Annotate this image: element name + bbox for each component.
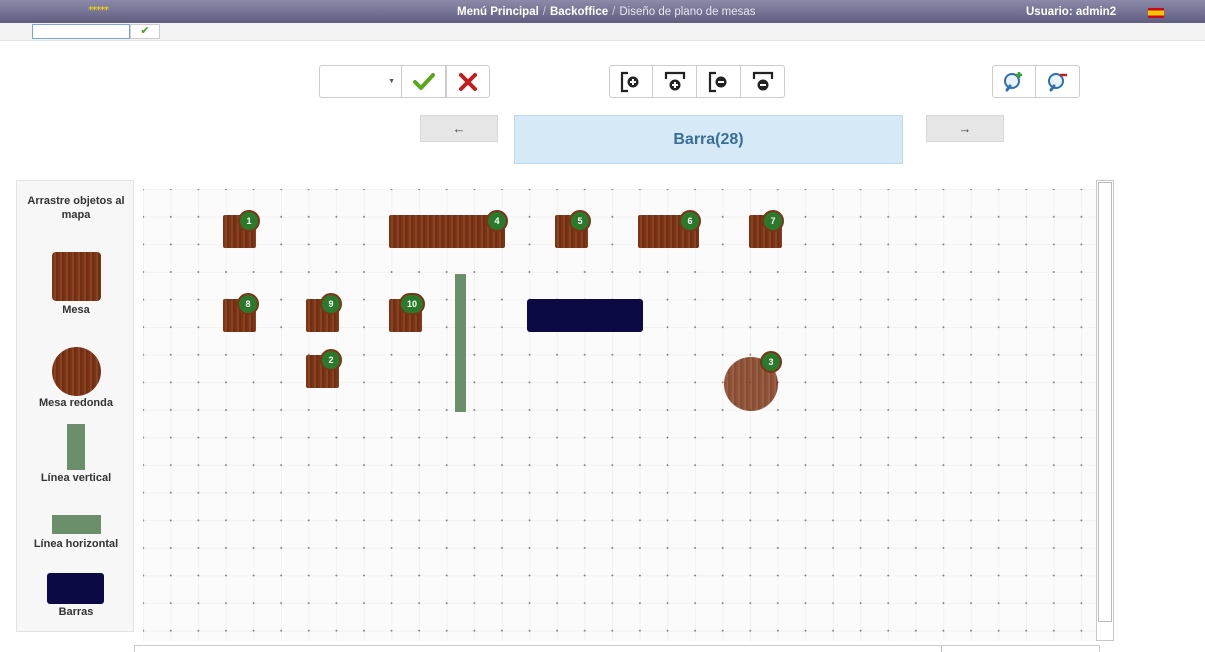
top-bar: ***** Menú Principal / Backoffice / Diseño d… (0, 0, 1205, 23)
floor-map[interactable]: 1 4 5 6 7 8 9 10 2 3 (143, 189, 1096, 641)
cancel-button[interactable] (446, 65, 490, 98)
palette-table-round[interactable] (52, 347, 101, 396)
quick-search-input[interactable] (32, 24, 130, 39)
rating-stars: ***** (88, 5, 109, 16)
zoom-in-icon (1004, 71, 1022, 91)
bar-counter[interactable] (527, 299, 643, 332)
table-number-badge: 9 (320, 293, 342, 315)
table-number-badge: 1 (238, 210, 260, 232)
table-number-badge: 7 (762, 210, 784, 232)
scrollbar-thumb[interactable] (135, 646, 942, 652)
map-horizontal-scrollbar[interactable] (134, 645, 1100, 652)
add-row-button[interactable] (653, 65, 697, 98)
breadcrumb-current: Diseño de plano de mesas (619, 6, 756, 18)
palette-label-mesa: Mesa (62, 304, 90, 316)
zoom-out-button[interactable] (1036, 65, 1080, 98)
object-palette: Arrastre objetos al mapa Mesa Mesa redon… (16, 180, 134, 632)
map-vertical-scrollbar[interactable] (1096, 180, 1114, 641)
palette-horizontal-line[interactable] (52, 515, 101, 534)
table-number-badge: 5 (569, 210, 591, 232)
zoom-out-icon (1047, 72, 1067, 91)
confirm-button[interactable] (402, 65, 446, 98)
next-zone-button[interactable]: → (926, 115, 1004, 142)
palette-table-square[interactable] (52, 252, 101, 301)
zoom-in-button[interactable] (992, 65, 1036, 98)
check-icon (412, 72, 435, 90)
breadcrumb: Menú Principal / Backoffice / Diseño de plan… (457, 6, 756, 18)
breadcrumb-separator: / (542, 6, 546, 18)
palette-label-linea-horizontal: Línea horizontal (33, 538, 119, 550)
palette-title: Arrastre objetos al mapa (27, 195, 125, 221)
table-number-badge: 3 (760, 351, 782, 373)
remove-column-button[interactable] (697, 65, 741, 98)
table-number-badge: 6 (679, 210, 701, 232)
remove-column-icon (708, 71, 726, 92)
table-number-badge: 4 (486, 210, 508, 232)
prev-zone-button[interactable]: ← (420, 115, 498, 142)
palette-vertical-line[interactable] (67, 424, 85, 470)
vertical-line-divider[interactable] (455, 274, 466, 412)
palette-label-mesa-redonda: Mesa redonda (39, 397, 113, 409)
add-row-icon (664, 71, 685, 90)
remove-row-button[interactable] (741, 65, 785, 98)
breadcrumb-main-menu[interactable]: Menú Principal (457, 6, 539, 18)
search-strip (0, 23, 1205, 41)
check-icon: ✔ (140, 25, 150, 37)
palette-label-barras: Barras (58, 606, 94, 618)
table-number-badge: 8 (237, 293, 259, 315)
scrollbar-thumb[interactable] (1098, 182, 1112, 622)
breadcrumb-backoffice[interactable]: Backoffice (550, 6, 608, 18)
zone-select[interactable]: ▼ (319, 65, 402, 98)
breadcrumb-separator: / (612, 6, 616, 18)
user-label[interactable]: Usuario: admin2 (1026, 6, 1116, 18)
quick-search-ok-button[interactable]: ✔ (130, 24, 160, 39)
palette-label-linea-vertical: Línea vertical (40, 472, 112, 484)
remove-row-icon (752, 71, 773, 90)
zone-title: Barra(28) (514, 115, 903, 164)
dropdown-caret-icon: ▼ (388, 78, 395, 85)
table-number-badge: 2 (320, 349, 342, 371)
x-icon (459, 72, 477, 91)
spain-flag-icon[interactable] (1148, 8, 1164, 18)
palette-bar[interactable] (47, 573, 104, 604)
add-column-button[interactable] (609, 65, 653, 98)
table-number-badge: 10 (399, 293, 425, 315)
add-column-icon (620, 71, 639, 92)
